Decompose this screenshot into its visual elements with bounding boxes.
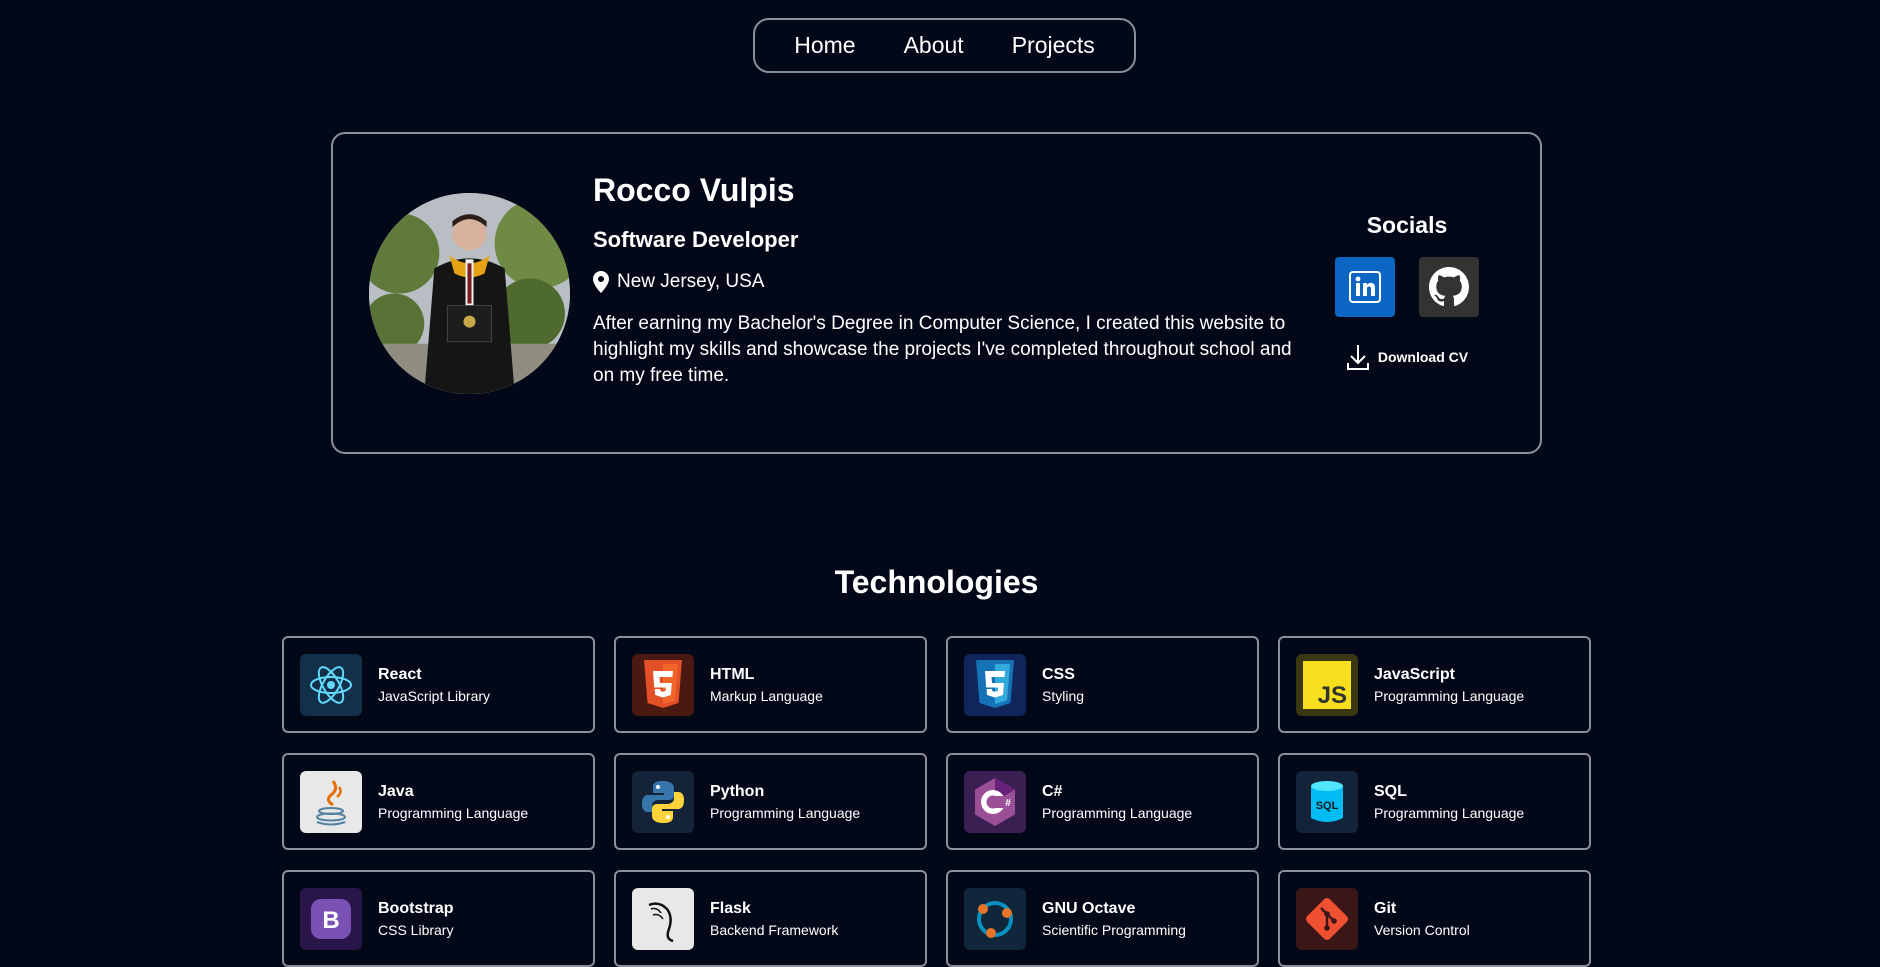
github-button[interactable] [1419, 257, 1479, 317]
profile-role: Software Developer [593, 227, 799, 252]
tech-name: C# [1042, 782, 1063, 800]
svg-text:SQL: SQL [1316, 800, 1339, 812]
svg-text:#: # [1005, 798, 1011, 809]
technologies-grid: React JavaScript Library HTML Markup Lan… [282, 636, 1591, 967]
profile-location: New Jersey, USA [593, 271, 1293, 293]
github-icon [1429, 267, 1469, 307]
top-nav: Home About Projects [753, 18, 1136, 73]
tech-desc: Markup Language [710, 687, 823, 704]
tech-desc: Programming Language [710, 804, 861, 821]
profile-bio: After earning my Bachelor's Degree in Co… [593, 313, 1292, 386]
tech-name: Java [378, 782, 414, 800]
tech-name: Python [710, 782, 765, 800]
git-icon [1296, 887, 1358, 950]
python-icon [632, 770, 694, 833]
profile-info: Rocco Vulpis Software Developer New Jers… [593, 172, 1293, 389]
tech-card-javascript: JS JavaScript Programming Language [1278, 636, 1591, 733]
svg-text:B: B [322, 907, 339, 934]
tech-name: React [378, 665, 422, 683]
tech-name: Flask [710, 899, 751, 917]
tech-name: Bootstrap [378, 899, 454, 917]
profile-avatar [369, 193, 570, 394]
social-links [1327, 257, 1487, 317]
html5-icon [632, 653, 694, 716]
bootstrap-icon: B [300, 887, 362, 950]
download-cv-label: Download CV [1377, 349, 1469, 365]
sql-icon: SQL [1296, 770, 1358, 833]
java-icon [300, 770, 362, 833]
tech-name: HTML [710, 665, 755, 683]
download-icon [1346, 345, 1369, 370]
tech-name: Git [1374, 899, 1397, 917]
tech-card-flask: Flask Backend Framework [614, 870, 927, 967]
profile-card: Rocco Vulpis Software Developer New Jers… [331, 132, 1542, 454]
profile-name: Rocco Vulpis [593, 172, 795, 208]
nav-projects-link[interactable]: Projects [1012, 32, 1095, 59]
tech-card-git: Git Version Control [1278, 870, 1591, 967]
socials-title: Socials [1366, 212, 1448, 238]
socials-panel: Socials Download CV [1327, 212, 1487, 371]
tech-card-octave: GNU Octave Scientific Programming [946, 870, 1259, 967]
linkedin-button[interactable] [1335, 257, 1395, 317]
tech-card-react: React JavaScript Library [282, 636, 595, 733]
tech-name: SQL [1374, 782, 1407, 800]
tech-name: JavaScript [1374, 665, 1455, 683]
tech-card-html: HTML Markup Language [614, 636, 927, 733]
profile-location-text: New Jersey, USA [617, 271, 765, 292]
location-pin-icon [593, 271, 609, 293]
octave-icon [964, 887, 1026, 950]
tech-card-csharp: # C# Programming Language [946, 753, 1259, 850]
tech-desc: CSS Library [378, 921, 454, 938]
react-icon [300, 653, 362, 716]
tech-desc: Programming Language [1042, 804, 1193, 821]
tech-card-bootstrap: B Bootstrap CSS Library [282, 870, 595, 967]
nav-about-link[interactable]: About [904, 32, 964, 59]
tech-desc: JavaScript Library [378, 687, 491, 704]
technologies-title: Technologies [834, 564, 1039, 600]
css3-icon [964, 653, 1026, 716]
linkedin-icon [1349, 271, 1381, 303]
tech-card-python: Python Programming Language [614, 753, 927, 850]
tech-desc: Version Control [1374, 921, 1470, 938]
download-cv-button[interactable]: Download CV [1327, 343, 1487, 371]
tech-desc: Programming Language [1374, 804, 1525, 821]
tech-desc: Programming Language [1374, 687, 1525, 704]
svg-text:JS: JS [1318, 682, 1347, 709]
tech-card-css: CSS Styling [946, 636, 1259, 733]
tech-name: GNU Octave [1042, 899, 1136, 917]
flask-icon [632, 887, 694, 950]
tech-name: CSS [1042, 665, 1075, 683]
graduate-photo-icon [369, 193, 570, 394]
tech-card-java: Java Programming Language [282, 753, 595, 850]
nav-home-link[interactable]: Home [794, 32, 855, 59]
tech-desc: Styling [1042, 687, 1085, 704]
tech-card-sql: SQL SQL Programming Language [1278, 753, 1591, 850]
csharp-icon: # [964, 770, 1026, 833]
tech-desc: Backend Framework [710, 921, 839, 938]
javascript-icon: JS [1296, 653, 1358, 716]
tech-desc: Scientific Programming [1042, 921, 1186, 938]
tech-desc: Programming Language [378, 804, 529, 821]
